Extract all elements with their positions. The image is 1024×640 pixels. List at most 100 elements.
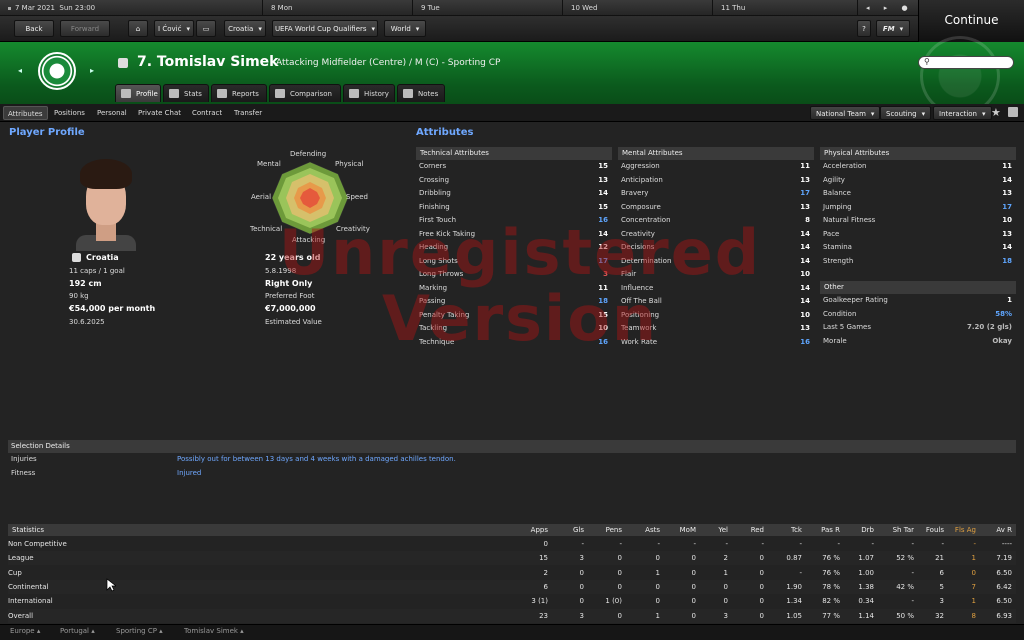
tab-reports[interactable]: Reports xyxy=(211,84,267,102)
nation-menu[interactable]: Croatia xyxy=(224,20,266,37)
subtab-attributes[interactable]: Attributes xyxy=(3,106,48,120)
attribute-row[interactable]: Agility 14 xyxy=(820,174,1016,187)
attribute-row[interactable]: Penalty Taking 15 xyxy=(416,309,612,322)
back-button[interactable]: Back xyxy=(14,20,54,37)
breadcrumb-player[interactable]: Tomislav Simek ▴ xyxy=(184,627,244,635)
table-row[interactable]: International 3 (1) 0 1 (0) 0 0 0 0 1.34 82 % 0.34… xyxy=(8,594,1016,608)
attribute-row[interactable]: Creativity 14 xyxy=(618,228,814,241)
fm-menu[interactable]: FM xyxy=(876,20,910,37)
attribute-row[interactable]: Teamwork 13 xyxy=(618,322,814,335)
print-icon[interactable] xyxy=(1008,107,1018,117)
attribute-row[interactable]: Pace 13 xyxy=(820,228,1016,241)
calendar-day[interactable]: 8 Mon xyxy=(262,0,412,16)
attribute-row[interactable]: Long Throws 3 xyxy=(416,268,612,281)
attribute-row[interactable]: Passing 18 xyxy=(416,295,612,308)
attribute-row[interactable]: Natural Fitness 10 xyxy=(820,214,1016,227)
manager-menu[interactable]: I Ćović xyxy=(154,20,194,37)
stat-column-header[interactable]: Av R xyxy=(996,524,1012,536)
table-row[interactable]: Overall 23 3 0 1 0 3 0 1.05 77 % 1.14 50 % 32 8 6.93 xyxy=(8,608,1016,623)
attribute-row[interactable]: Corners 15 xyxy=(416,160,612,173)
attribute-row[interactable]: Balance 13 xyxy=(820,187,1016,200)
stat-column-header[interactable]: Fouls xyxy=(926,524,944,536)
attribute-row[interactable]: Jumping 17 xyxy=(820,201,1016,214)
prev-player-arrow-icon[interactable]: ◂ xyxy=(18,66,22,75)
table-row[interactable]: Continental 6 0 0 0 0 0 0 1.90 78 % 1.38 42 % 5 7 6.42 xyxy=(8,579,1016,594)
table-row[interactable]: Non Competitive 0- - - - - - - - - - - - ---- xyxy=(8,537,1016,551)
search-input[interactable]: ⚲ xyxy=(918,56,1014,69)
competition-menu[interactable]: UEFA World Cup Qualifiers xyxy=(272,20,378,37)
stat-column-header[interactable]: Gls xyxy=(573,524,584,536)
attribute-row[interactable]: Anticipation 13 xyxy=(618,174,814,187)
stat-column-header[interactable]: Apps xyxy=(531,524,548,536)
stat-column-header[interactable]: Tck xyxy=(791,524,802,536)
attribute-row[interactable]: Composure 13 xyxy=(618,201,814,214)
attribute-row[interactable]: Strength 18 xyxy=(820,255,1016,268)
stat-column-header[interactable]: Yel xyxy=(718,524,728,536)
stat-column-header[interactable]: Sh Tar xyxy=(893,524,914,536)
breadcrumb-club[interactable]: Sporting CP ▴ xyxy=(116,627,163,635)
calendar-day[interactable]: 10 Wed xyxy=(562,0,712,16)
tab-comparison[interactable]: Comparison xyxy=(269,84,341,102)
calendar-day[interactable]: 11 Thu xyxy=(712,0,857,16)
attribute-row[interactable]: Free Kick Taking 14 xyxy=(416,228,612,241)
forward-button[interactable]: Forward xyxy=(60,20,110,37)
next-player-arrow-icon[interactable]: ▸ xyxy=(90,66,94,75)
stat-column-header[interactable]: Pens xyxy=(606,524,622,536)
attribute-row[interactable]: Determination 14 xyxy=(618,255,814,268)
calendar-controls[interactable]: ◂ ▸ ● ▴ xyxy=(857,0,918,28)
attribute-row[interactable]: Acceleration 11 xyxy=(820,160,1016,173)
attribute-row[interactable]: Marking 11 xyxy=(416,282,612,295)
club-crest-icon[interactable] xyxy=(38,52,76,90)
star-icon[interactable]: ★ xyxy=(991,106,1001,119)
tab-history[interactable]: History xyxy=(343,84,395,102)
attribute-row[interactable]: Dribbling 14 xyxy=(416,187,612,200)
inbox-button[interactable]: ▭ xyxy=(196,20,216,37)
breadcrumb-portugal[interactable]: Portugal ▴ xyxy=(60,627,95,635)
scouting-menu[interactable]: Scouting xyxy=(880,106,932,120)
attribute-row[interactable]: Tackling 10 xyxy=(416,322,612,335)
stat-column-header[interactable]: Pas R xyxy=(821,524,840,536)
stat-column-header[interactable]: Asts xyxy=(645,524,660,536)
attribute-row[interactable]: Decisions 14 xyxy=(618,241,814,254)
subtab-private-chat[interactable]: Private Chat xyxy=(134,106,185,120)
nation-label[interactable]: Croatia xyxy=(86,253,119,262)
subtab-positions[interactable]: Positions xyxy=(50,106,89,120)
table-row[interactable]: League 15 3 0 0 0 2 0 0.87 76 % 1.07 52 % 21 1 7.19 xyxy=(8,551,1016,566)
stat-column-header[interactable]: Drb xyxy=(861,524,874,536)
tab-notes[interactable]: Notes xyxy=(397,84,445,102)
attribute-row[interactable]: Long Shots 17 xyxy=(416,255,612,268)
attribute-row[interactable]: Positioning 10 xyxy=(618,309,814,322)
interaction-menu[interactable]: Interaction xyxy=(933,106,992,120)
help-button[interactable]: ? xyxy=(857,20,871,37)
attribute-row[interactable]: Work Rate 16 xyxy=(618,336,814,349)
tab-stats[interactable]: Stats xyxy=(163,84,209,102)
stat-column-header[interactable]: Red xyxy=(751,524,764,536)
attribute-row[interactable]: Influence 14 xyxy=(618,282,814,295)
table-cell: 42 % xyxy=(896,582,914,591)
continue-button[interactable]: Continue xyxy=(918,0,1024,42)
attribute-row[interactable]: Concentration 8 xyxy=(618,214,814,227)
attribute-row[interactable]: Finishing 15 xyxy=(416,201,612,214)
world-menu[interactable]: World xyxy=(384,20,426,37)
attribute-row[interactable]: Technique 16 xyxy=(416,336,612,349)
home-button[interactable]: ⌂ xyxy=(128,20,148,37)
attribute-row[interactable]: Bravery 17 xyxy=(618,187,814,200)
subtab-contract[interactable]: Contract xyxy=(188,106,226,120)
subtab-transfer[interactable]: Transfer xyxy=(230,106,266,120)
attribute-row[interactable]: Heading 12 xyxy=(416,241,612,254)
subtab-personal[interactable]: Personal xyxy=(93,106,131,120)
attribute-row[interactable]: Flair 10 xyxy=(618,268,814,281)
stat-column-header[interactable]: MoM xyxy=(680,524,696,536)
calendar-day[interactable]: 9 Tue xyxy=(412,0,562,16)
attribute-row[interactable]: Off The Ball 14 xyxy=(618,295,814,308)
table-row[interactable]: Cup 2 0 0 1 0 1 0 - 76 % 1.00 - 6 0 6.50 xyxy=(8,566,1016,580)
attribute-row[interactable]: Stamina 14 xyxy=(820,241,1016,254)
breadcrumb-europe[interactable]: Europe ▴ xyxy=(10,627,40,635)
attribute-row[interactable]: Aggression 11 xyxy=(618,160,814,173)
stat-column-header[interactable]: Statistics xyxy=(12,524,44,536)
tab-profile[interactable]: Profile xyxy=(115,84,161,102)
national-team-menu[interactable]: National Team xyxy=(810,106,881,120)
stat-column-header[interactable]: Fls Ag xyxy=(955,524,976,536)
attribute-row[interactable]: First Touch 16 xyxy=(416,214,612,227)
attribute-row[interactable]: Crossing 13 xyxy=(416,174,612,187)
